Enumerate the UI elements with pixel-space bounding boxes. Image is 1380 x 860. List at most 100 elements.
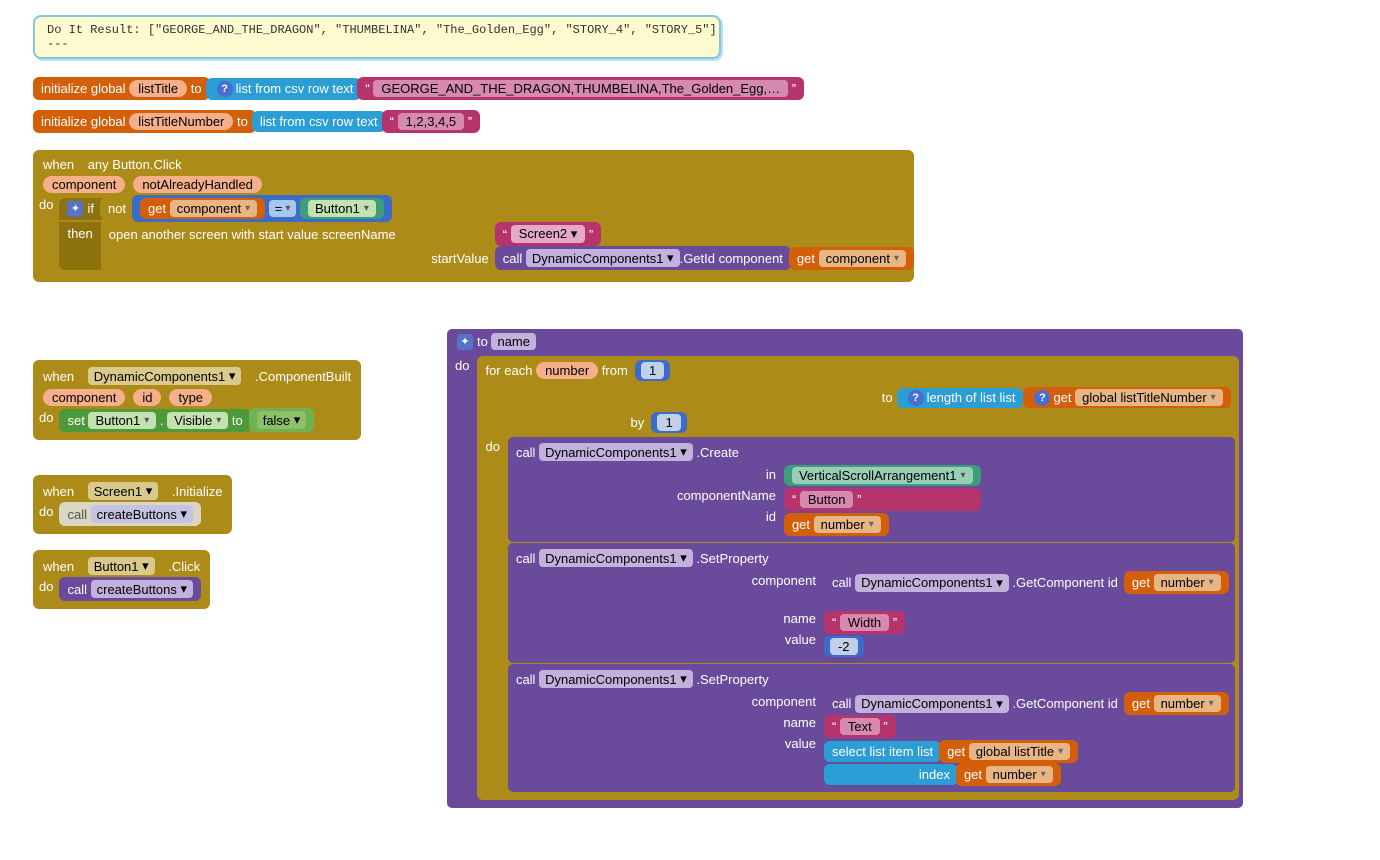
dropdown[interactable]: Screen1 ▾ xyxy=(88,482,159,500)
text: for each xyxy=(485,363,532,378)
dropdown[interactable]: false ▾ xyxy=(257,411,307,429)
gear-icon[interactable]: ✦ xyxy=(67,201,83,217)
string-value: Width xyxy=(840,614,889,631)
procedure-createbuttons[interactable]: ✦ to name do for each number from 1 to ?… xyxy=(447,329,1243,808)
text: by xyxy=(630,415,644,430)
text: call xyxy=(516,445,536,460)
text: .Click xyxy=(168,559,200,574)
dropdown[interactable]: number xyxy=(1154,574,1221,591)
dropdown[interactable]: createButtons ▾ xyxy=(91,580,193,598)
dropdown[interactable]: Visible xyxy=(167,412,228,429)
dropdown[interactable]: DynamicComponents1 ▾ xyxy=(855,695,1009,713)
dropdown[interactable]: number xyxy=(1154,695,1221,712)
label: startValue xyxy=(101,248,497,269)
dropdown[interactable]: DynamicComponents1 ▾ xyxy=(539,670,693,688)
text: to xyxy=(191,81,202,96)
dropdown[interactable]: DynamicComponents1 ▾ xyxy=(539,443,693,461)
text: set xyxy=(67,413,84,428)
text: .GetComponent id xyxy=(1012,696,1118,711)
dropdown[interactable]: DynamicComponents1 ▾ xyxy=(88,367,242,385)
label: in xyxy=(766,467,776,482)
string-value: Text xyxy=(840,718,880,735)
text: call xyxy=(832,696,852,711)
text: when xyxy=(43,559,74,574)
var-name: listTitleNumber xyxy=(129,113,233,130)
text: get xyxy=(148,201,166,216)
dropdown[interactable]: global listTitleNumber xyxy=(1075,389,1223,406)
label: componentName xyxy=(677,488,776,503)
event-name: any Button.Click xyxy=(88,157,182,172)
text: to xyxy=(237,114,248,129)
dropdown[interactable]: Button1 xyxy=(308,200,376,217)
text: .GetId component xyxy=(680,251,783,266)
text: get xyxy=(797,251,815,266)
text: call xyxy=(516,551,536,566)
init-listtitlenumber-block[interactable]: initialize global listTitleNumber to lis… xyxy=(33,110,480,133)
dropdown[interactable]: number xyxy=(986,766,1053,783)
text: initialize global xyxy=(41,114,126,129)
text: .GetComponent id xyxy=(1012,575,1118,590)
param: type xyxy=(169,389,212,406)
text: get xyxy=(1132,575,1150,590)
dropdown[interactable]: component xyxy=(170,200,257,217)
do-label: do xyxy=(33,577,59,596)
text: .SetProperty xyxy=(696,672,768,687)
text: call xyxy=(516,672,536,687)
when-screen1-initialize[interactable]: when Screen1 ▾ .Initialize do call creat… xyxy=(33,475,232,534)
text: call xyxy=(503,251,523,266)
text: .Create xyxy=(696,445,739,460)
operator-dropdown[interactable]: = xyxy=(269,200,297,217)
label: value xyxy=(785,736,816,751)
init-listtitle-block[interactable]: initialize global listTitle to ?list fro… xyxy=(33,77,804,100)
dropdown[interactable]: component xyxy=(819,250,906,267)
text: get xyxy=(1132,696,1150,711)
text: call xyxy=(67,582,87,597)
param: component xyxy=(43,389,125,406)
string-value: 1,2,3,4,5 xyxy=(398,113,465,130)
text: length of list list xyxy=(927,390,1016,405)
then-label: then xyxy=(59,222,100,270)
number[interactable]: 1 xyxy=(641,362,664,379)
help-icon[interactable]: ? xyxy=(908,390,924,406)
text: initialize global xyxy=(41,81,126,96)
number[interactable]: -2 xyxy=(830,638,858,655)
dropdown[interactable]: Button1 ▾ xyxy=(88,557,155,575)
do-label: do xyxy=(477,435,507,458)
text: when xyxy=(43,484,74,499)
when-dc-componentbuilt[interactable]: when DynamicComponents1 ▾ .ComponentBuil… xyxy=(33,360,361,440)
string-value: Button xyxy=(800,491,854,508)
do-label: do xyxy=(33,408,59,427)
number[interactable]: 1 xyxy=(657,414,680,431)
help-icon[interactable]: ? xyxy=(1034,390,1050,406)
text: to xyxy=(882,390,893,405)
when-button1-click[interactable]: when Button1 ▾ .Click do call createButt… xyxy=(33,550,210,609)
text: list from csv row text xyxy=(236,81,354,96)
when-any-button-click[interactable]: when any Button.Click component notAlrea… xyxy=(33,150,914,282)
not-block[interactable]: not xyxy=(100,198,134,219)
dropdown[interactable]: createButtons ▾ xyxy=(91,505,193,523)
text: get xyxy=(792,517,810,532)
dropdown[interactable]: global listTitle xyxy=(969,743,1070,760)
help-icon[interactable]: ? xyxy=(217,81,233,97)
label: name xyxy=(783,611,816,626)
dropdown[interactable]: DynamicComponents1 ▾ xyxy=(526,249,680,267)
text: index xyxy=(824,764,958,785)
text: when xyxy=(43,369,74,384)
dropdown[interactable]: Button1 xyxy=(88,412,156,429)
dropdown[interactable]: Screen2 ▾ xyxy=(511,225,586,243)
do-label: do xyxy=(33,502,59,521)
var-name: number xyxy=(536,362,598,379)
text: .SetProperty xyxy=(696,551,768,566)
text: select list item list xyxy=(832,744,933,759)
text: get xyxy=(947,744,965,759)
param: notAlreadyHandled xyxy=(133,176,262,193)
text: list from csv row text xyxy=(260,114,378,129)
label: value xyxy=(785,632,816,647)
dropdown[interactable]: DynamicComponents1 ▾ xyxy=(539,549,693,567)
gear-icon[interactable]: ✦ xyxy=(457,334,473,350)
dropdown[interactable]: VerticalScrollArrangement1 xyxy=(792,467,973,484)
dropdown[interactable]: DynamicComponents1 ▾ xyxy=(855,574,1009,592)
text: get xyxy=(1053,390,1071,405)
text: to xyxy=(232,413,243,428)
dropdown[interactable]: number xyxy=(814,516,881,533)
